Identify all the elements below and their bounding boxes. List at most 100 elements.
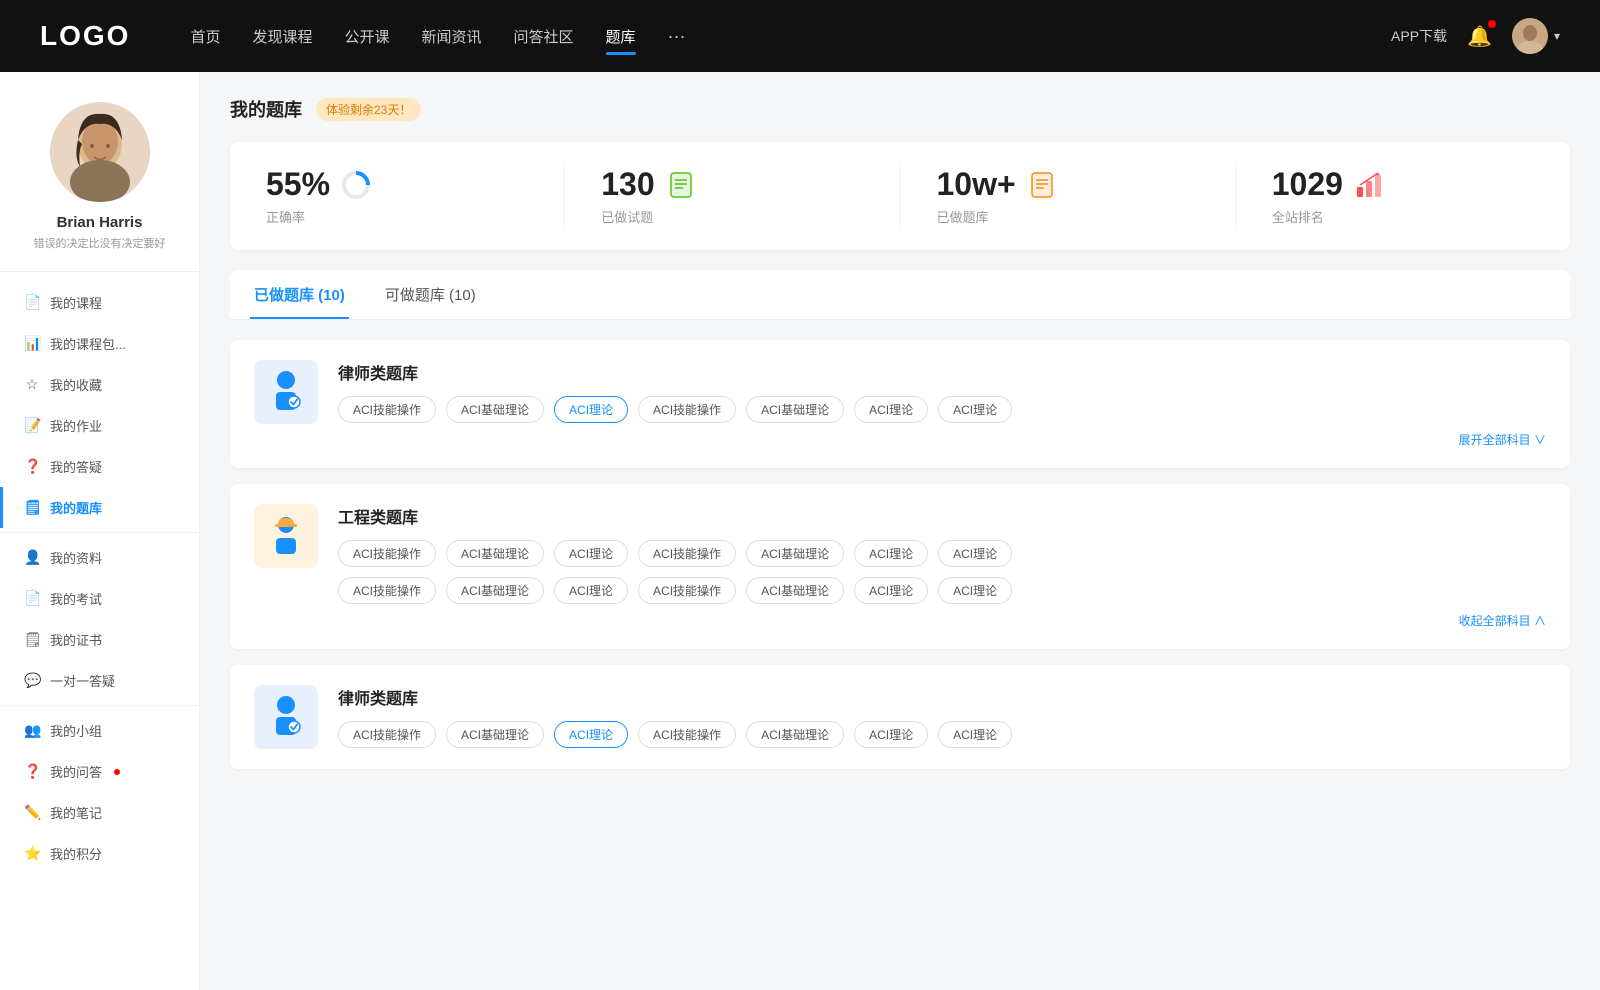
stats-row: 55% 正确率 130 bbox=[230, 142, 1570, 250]
sidebar-item-course-pkg[interactable]: 📊 我的课程包... bbox=[0, 323, 199, 364]
tag-0-1[interactable]: ACI基础理论 bbox=[446, 396, 544, 423]
tag-1-4[interactable]: ACI基础理论 bbox=[746, 540, 844, 567]
navbar-right: APP下载 🔔 ▾ bbox=[1391, 18, 1560, 54]
sidebar-item-points[interactable]: ⭐ 我的积分 bbox=[0, 833, 199, 874]
sidebar-item-tutor[interactable]: 💬 一对一答疑 bbox=[0, 660, 199, 701]
nav-qbank[interactable]: 题库 bbox=[606, 26, 636, 47]
notification-badge bbox=[1488, 20, 1496, 28]
tag-2-5[interactable]: ACI理论 bbox=[854, 721, 928, 748]
qbank-card-engineer: 工程类题库 ACI技能操作 ACI基础理论 ACI理论 ACI技能操作 ACI基… bbox=[230, 484, 1570, 649]
tag-0-2[interactable]: ACI理论 bbox=[554, 396, 628, 423]
nav-more[interactable]: ··· bbox=[668, 26, 686, 47]
sidebar-item-homework[interactable]: 📝 我的作业 bbox=[0, 405, 199, 446]
engineer-icon bbox=[254, 504, 318, 568]
tag-0-3[interactable]: ACI技能操作 bbox=[638, 396, 736, 423]
accuracy-donut-icon bbox=[340, 169, 372, 201]
tag-2-1[interactable]: ACI基础理论 bbox=[446, 721, 544, 748]
cert-icon: 🗒 bbox=[24, 631, 40, 648]
qbank-icon: 🗒 bbox=[24, 499, 40, 516]
homework-icon: 📝 bbox=[24, 417, 40, 434]
tag-1-6[interactable]: ACI理论 bbox=[938, 540, 1012, 567]
stat-accuracy: 55% 正确率 bbox=[230, 166, 565, 226]
expand-link-0[interactable]: 展开全部科目 ∨ bbox=[338, 431, 1546, 448]
sidebar-item-notes[interactable]: ✏️ 我的笔记 bbox=[0, 792, 199, 833]
sidebar-item-profile[interactable]: 👤 我的资料 bbox=[0, 537, 199, 578]
nav-qa[interactable]: 问答社区 bbox=[514, 26, 574, 47]
course-icon: 📄 bbox=[24, 294, 40, 311]
qa-badge bbox=[114, 769, 120, 775]
trial-badge: 体验剩余23天！ bbox=[316, 98, 421, 121]
sidebar-item-favorites[interactable]: ☆ 我的收藏 bbox=[0, 364, 199, 405]
lawyer-figure-icon-2 bbox=[262, 693, 310, 741]
tabs-row: 已做题库 (10) 可做题库 (10) bbox=[230, 270, 1570, 320]
sidebar-divider-2 bbox=[0, 705, 199, 706]
lawyer-icon-2 bbox=[254, 685, 318, 749]
stat-done-questions: 130 已做试题 bbox=[565, 166, 900, 226]
logo: LOGO bbox=[40, 20, 130, 52]
stat-done-questions-value: 130 bbox=[601, 166, 654, 203]
qbank-card-lawyer-2: 律师类题库 ACI技能操作 ACI基础理论 ACI理论 ACI技能操作 ACI基… bbox=[230, 665, 1570, 769]
sidebar-item-my-qa[interactable]: ❓ 我的问答 bbox=[0, 751, 199, 792]
stat-done-banks: 10w+ 已做题库 bbox=[901, 166, 1236, 226]
tag-0-4[interactable]: ACI基础理论 bbox=[746, 396, 844, 423]
nav-discover[interactable]: 发现课程 bbox=[252, 26, 312, 47]
nav-links: 首页 发现课程 公开课 新闻资讯 问答社区 题库 ··· bbox=[190, 26, 1391, 47]
sidebar-item-qa[interactable]: ❓ 我的答疑 bbox=[0, 446, 199, 487]
tag-2-6[interactable]: ACI理论 bbox=[938, 721, 1012, 748]
collapse-link-1[interactable]: 收起全部科目 ∧ bbox=[338, 612, 1546, 629]
nav-home[interactable]: 首页 bbox=[190, 26, 220, 47]
tag-0-6[interactable]: ACI理论 bbox=[938, 396, 1012, 423]
qbank-card-1-tags: ACI技能操作 ACI基础理论 ACI理论 ACI技能操作 ACI基础理论 AC… bbox=[338, 396, 1546, 423]
tag-1-0[interactable]: ACI技能操作 bbox=[338, 540, 436, 567]
tag-2-3[interactable]: ACI技能操作 bbox=[638, 721, 736, 748]
profile-avatar bbox=[50, 102, 150, 202]
engineer-figure-icon bbox=[262, 512, 310, 560]
lawyer-figure-icon bbox=[262, 368, 310, 416]
stat-accuracy-top: 55% bbox=[266, 166, 372, 203]
chart-red-icon bbox=[1353, 169, 1385, 201]
tag-1-10[interactable]: ACI技能操作 bbox=[638, 577, 736, 604]
tag-2-0[interactable]: ACI技能操作 bbox=[338, 721, 436, 748]
stat-ranking: 1029 全站排名 bbox=[1236, 166, 1570, 226]
tag-1-11[interactable]: ACI基础理论 bbox=[746, 577, 844, 604]
sidebar-item-cert[interactable]: 🗒 我的证书 bbox=[0, 619, 199, 660]
qbank-card-3-title: 律师类题库 bbox=[338, 685, 1546, 709]
tag-1-5[interactable]: ACI理论 bbox=[854, 540, 928, 567]
tag-2-2[interactable]: ACI理论 bbox=[554, 721, 628, 748]
qbank-card-1-header: 律师类题库 ACI技能操作 ACI基础理论 ACI理论 ACI技能操作 ACI基… bbox=[254, 360, 1546, 448]
tab-done-banks[interactable]: 已做题库 (10) bbox=[250, 270, 349, 319]
stat-ranking-value: 1029 bbox=[1272, 166, 1343, 203]
qbank-card-2-body: 工程类题库 ACI技能操作 ACI基础理论 ACI理论 ACI技能操作 ACI基… bbox=[338, 504, 1546, 629]
page-title: 我的题库 bbox=[230, 96, 302, 122]
app-download-button[interactable]: APP下载 bbox=[1391, 26, 1447, 46]
tag-1-8[interactable]: ACI基础理论 bbox=[446, 577, 544, 604]
tag-0-5[interactable]: ACI理论 bbox=[854, 396, 928, 423]
exam-icon: 📄 bbox=[24, 590, 40, 607]
sidebar-divider-1 bbox=[0, 532, 199, 533]
sidebar-item-qbank[interactable]: 🗒 我的题库 bbox=[0, 487, 199, 528]
nav-news[interactable]: 新闻资讯 bbox=[422, 26, 482, 47]
tag-1-12[interactable]: ACI理论 bbox=[854, 577, 928, 604]
tag-1-2[interactable]: ACI理论 bbox=[554, 540, 628, 567]
stat-accuracy-value: 55% bbox=[266, 166, 330, 203]
nav-opencourse[interactable]: 公开课 bbox=[344, 26, 389, 47]
sidebar-item-exam[interactable]: 📄 我的考试 bbox=[0, 578, 199, 619]
tag-2-4[interactable]: ACI基础理论 bbox=[746, 721, 844, 748]
user-avatar-menu[interactable]: ▾ bbox=[1512, 18, 1560, 54]
tag-0-0[interactable]: ACI技能操作 bbox=[338, 396, 436, 423]
tag-1-3[interactable]: ACI技能操作 bbox=[638, 540, 736, 567]
notification-bell[interactable]: 🔔 bbox=[1467, 24, 1492, 49]
tag-1-13[interactable]: ACI理论 bbox=[938, 577, 1012, 604]
sidebar-item-course[interactable]: 📄 我的课程 bbox=[0, 282, 199, 323]
sidebar-item-group[interactable]: 👥 我的小组 bbox=[0, 710, 199, 751]
tab-available-banks[interactable]: 可做题库 (10) bbox=[381, 270, 480, 319]
chevron-down-icon: ▾ bbox=[1554, 29, 1560, 43]
tag-1-9[interactable]: ACI理论 bbox=[554, 577, 628, 604]
page-layout: Brian Harris 错误的决定比没有决定要好 📄 我的课程 📊 我的课程包… bbox=[0, 72, 1600, 990]
tag-1-7[interactable]: ACI技能操作 bbox=[338, 577, 436, 604]
tag-1-1[interactable]: ACI基础理论 bbox=[446, 540, 544, 567]
note-green-icon bbox=[665, 169, 697, 201]
page-header: 我的题库 体验剩余23天！ bbox=[230, 96, 1570, 122]
main-content: 我的题库 体验剩余23天！ 55% 正确率 130 bbox=[200, 72, 1600, 990]
qbank-card-2-title: 工程类题库 bbox=[338, 504, 1546, 528]
